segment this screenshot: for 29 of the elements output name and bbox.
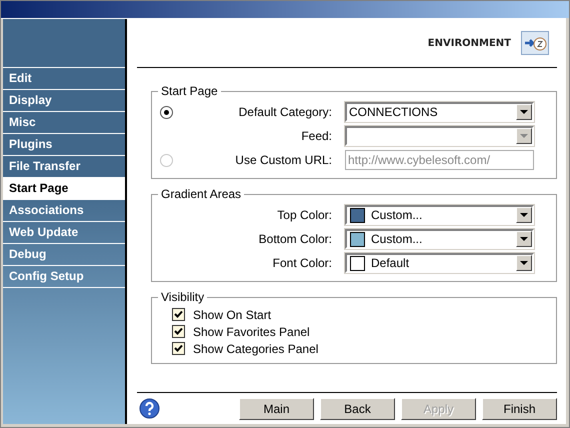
color-dropdown[interactable]: Custom... [345, 205, 534, 225]
sidebar-item[interactable]: Web Update [3, 222, 125, 244]
dialog-button[interactable]: Back [320, 398, 395, 420]
color-dropdown[interactable]: Custom... [345, 229, 534, 249]
sidebar-item[interactable]: Start Page [3, 178, 125, 200]
page-title: ENVIRONMENT [428, 38, 511, 48]
checkbox-label: Show On Start [193, 308, 272, 322]
sidebar-item[interactable]: Config Setup [3, 266, 125, 288]
field-label: Default Category: [238, 105, 333, 119]
sidebar-item[interactable]: Debug [3, 244, 125, 266]
dialog-button[interactable]: Main [239, 398, 314, 420]
field-label: Top Color: [276, 208, 333, 222]
sidebar-item[interactable]: Misc [3, 112, 125, 134]
group-title: Gradient Areas [160, 187, 242, 201]
dropdown[interactable]: CONNECTIONS [345, 102, 534, 122]
field-label: Bottom Color: [258, 232, 333, 246]
sidebar-item[interactable]: Display [3, 90, 125, 112]
field-label: Use Custom URL: [234, 153, 333, 167]
checkbox-label: Show Categories Panel [193, 342, 318, 356]
sidebar-item[interactable]: Plugins [3, 134, 125, 156]
group-title: Start Page [160, 84, 219, 98]
dialog-button[interactable]: Finish [482, 398, 557, 420]
sidebar-item[interactable]: Associations [3, 200, 125, 222]
group-title: Visibility [160, 290, 206, 304]
checkbox-label: Show Favorites Panel [193, 324, 310, 338]
sidebar-item[interactable]: Edit [3, 68, 125, 90]
color-dropdown[interactable]: Default [345, 253, 534, 273]
field-label: Font Color: [272, 256, 333, 270]
field-label: Feed: [300, 129, 333, 143]
